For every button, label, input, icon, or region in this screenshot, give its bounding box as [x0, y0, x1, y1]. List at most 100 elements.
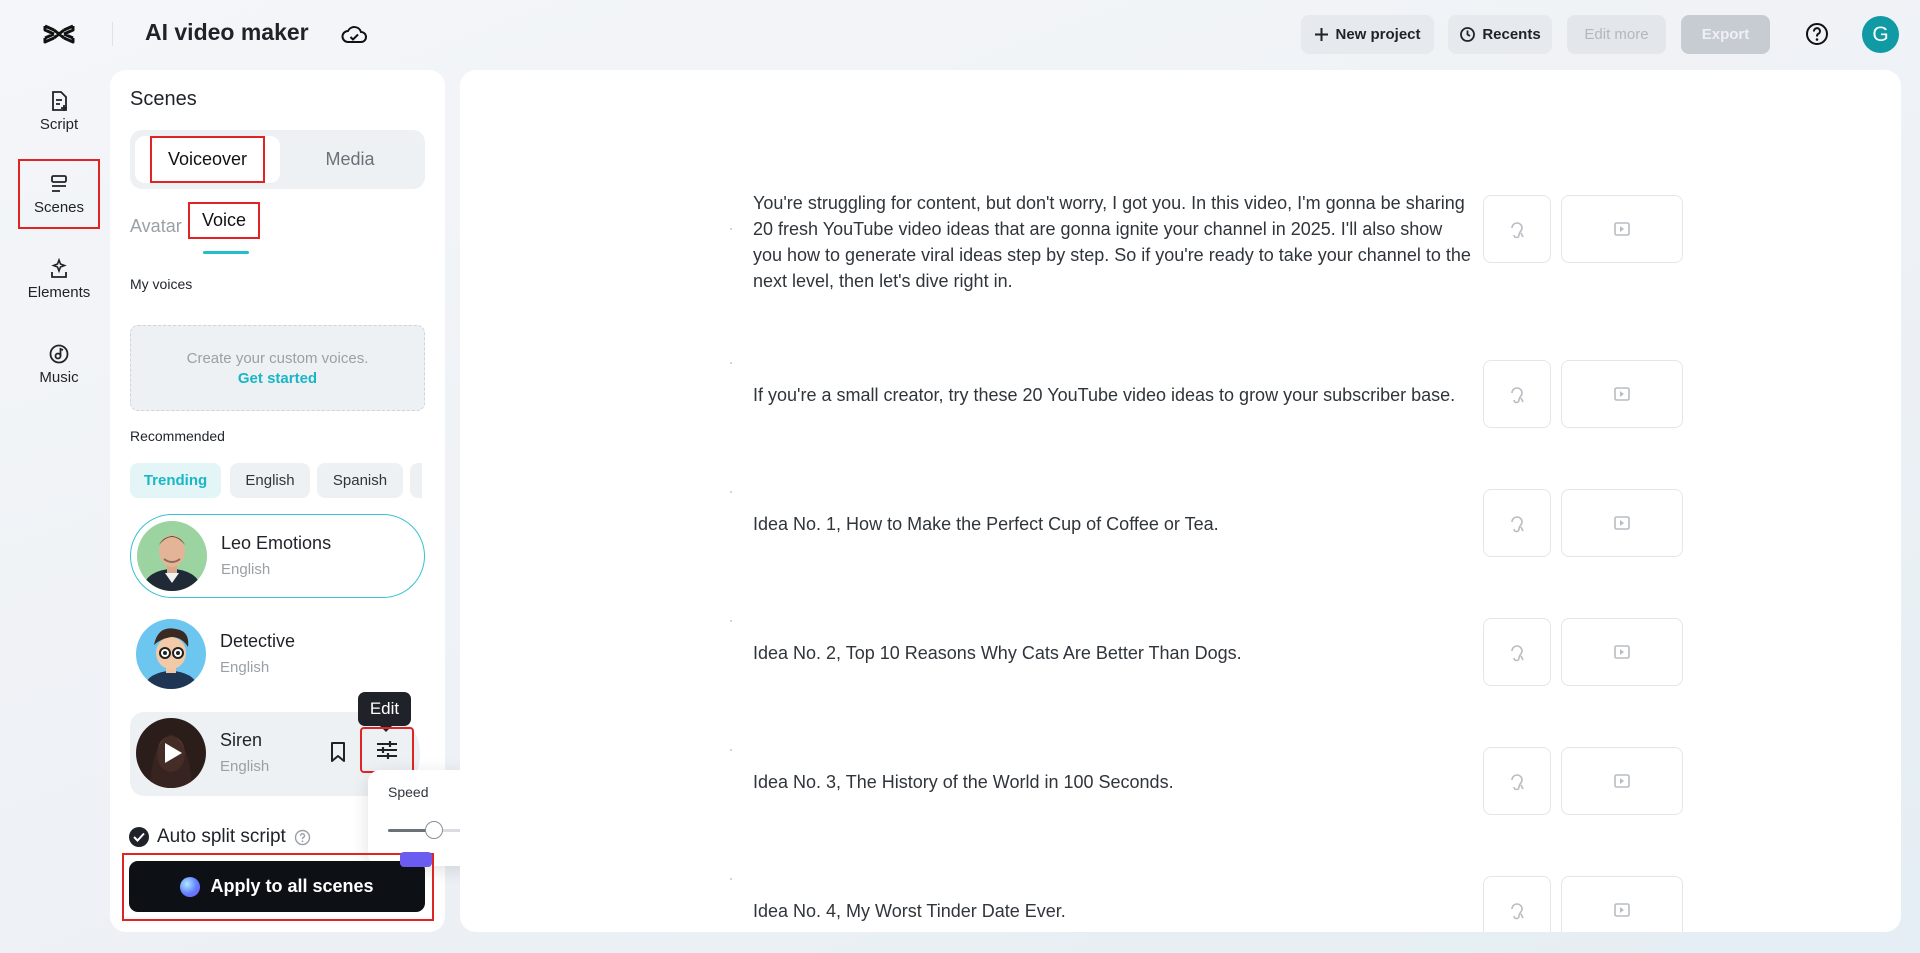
rail-item-script[interactable]: Script [20, 78, 98, 144]
scene-bullet [730, 620, 732, 622]
add-media-icon [1612, 385, 1632, 403]
script-main-area: You're struggling for content, but don't… [460, 70, 1901, 932]
my-voices-label: My voices [130, 276, 192, 292]
chip-overflow[interactable] [410, 463, 422, 498]
rail-item-music[interactable]: Music [20, 331, 98, 397]
new-project-button[interactable]: New project [1301, 15, 1434, 54]
recents-button[interactable]: Recents [1448, 15, 1552, 54]
voice-name: Leo Emotions [221, 533, 331, 554]
voice-icon [1507, 384, 1527, 404]
scene-text[interactable]: If you're a small creator, try these 20 … [753, 382, 1473, 408]
voice-card-leo-emotions[interactable]: Leo Emotions English [130, 514, 425, 598]
add-media-button[interactable] [1561, 747, 1683, 815]
add-media-button[interactable] [1561, 360, 1683, 428]
scene-bullet [730, 749, 732, 751]
help-icon[interactable] [1804, 21, 1830, 47]
apply-label: Apply to all scenes [210, 876, 373, 897]
apply-highlight: Apply to all scenes [124, 855, 432, 919]
info-question-icon[interactable] [294, 829, 311, 846]
rail-label-elements: Elements [28, 284, 91, 301]
edit-more-button[interactable]: Edit more [1567, 15, 1666, 54]
voiceover-media-toggle: Voiceover Media [130, 130, 425, 189]
top-bar: AI video maker New project Recents Edit … [0, 0, 1920, 68]
script-icon [48, 90, 70, 112]
recommended-label: Recommended [130, 428, 225, 444]
scene-bullet [730, 491, 732, 493]
badge [400, 852, 432, 867]
voice-scene-button[interactable] [1483, 195, 1551, 263]
add-media-icon [1612, 514, 1632, 532]
scene-bullet [730, 228, 732, 230]
avatar-subtab[interactable]: Avatar [130, 216, 182, 237]
rail-label-script: Script [40, 116, 78, 133]
capcut-logo-icon[interactable] [42, 18, 76, 50]
speed-label: Speed [388, 784, 428, 800]
scene-text[interactable]: Idea No. 2, Top 10 Reasons Why Cats Are … [753, 640, 1473, 666]
speed-slider-thumb[interactable] [425, 821, 443, 839]
voice-name: Detective [220, 631, 295, 652]
voice-scene-button[interactable] [1483, 489, 1551, 557]
scene-text[interactable]: Idea No. 1, How to Make the Perfect Cup … [753, 511, 1473, 537]
scene-text[interactable]: Idea No. 3, The History of the World in … [753, 769, 1473, 795]
apply-to-all-scenes-button[interactable]: Apply to all scenes [129, 861, 425, 912]
voice-scene-button[interactable] [1483, 360, 1551, 428]
bookmark-icon[interactable] [327, 740, 349, 764]
custom-voice-box[interactable]: Create your custom voices. Get started [130, 325, 425, 411]
media-tab[interactable]: Media [280, 136, 420, 183]
rail-label-scenes: Scenes [34, 199, 84, 216]
voice-icon [1507, 771, 1527, 791]
add-media-button[interactable] [1561, 489, 1683, 557]
voice-avatar-siren [136, 718, 206, 788]
checkbox-checked-icon[interactable] [129, 827, 149, 847]
voice-icon [1507, 513, 1527, 533]
app-title: AI video maker [145, 19, 309, 46]
custom-voice-hint: Create your custom voices. [187, 350, 369, 367]
user-avatar[interactable]: G [1862, 16, 1899, 53]
scene-bullet [730, 878, 732, 880]
rail-label-music: Music [39, 369, 78, 386]
voice-avatar-leo [137, 521, 207, 591]
add-media-icon [1612, 772, 1632, 790]
voice-language: English [221, 561, 270, 578]
voice-subtab[interactable]: Voice [190, 204, 258, 237]
sliders-icon [375, 739, 399, 761]
cloud-sync-icon[interactable] [340, 22, 368, 46]
scene-text[interactable]: Idea No. 4, My Worst Tinder Date Ever. [753, 898, 1473, 924]
export-button[interactable]: Export [1681, 15, 1770, 54]
chip-english[interactable]: English [230, 463, 310, 498]
auto-split-option[interactable]: Auto split script [129, 826, 311, 848]
voice-edit-button[interactable] [362, 729, 412, 771]
voice-icon [1507, 642, 1527, 662]
plus-icon [1314, 27, 1329, 42]
voice-icon [1507, 900, 1527, 920]
voice-language: English [220, 758, 269, 775]
voice-card-detective[interactable]: Detective English [130, 613, 425, 697]
voice-scene-button[interactable] [1483, 618, 1551, 686]
add-media-button[interactable] [1561, 876, 1683, 932]
voice-language: English [220, 659, 269, 676]
music-icon [48, 343, 70, 365]
scene-text[interactable]: You're struggling for content, but don't… [753, 190, 1473, 294]
recents-label: Recents [1482, 26, 1540, 43]
chip-trending[interactable]: Trending [130, 463, 221, 498]
ai-orb-icon [180, 877, 200, 897]
voice-icon [1507, 219, 1527, 239]
voiceover-tab[interactable]: Voiceover [135, 136, 280, 183]
auto-split-label: Auto split script [157, 826, 286, 848]
get-started-link[interactable]: Get started [238, 370, 317, 387]
voice-avatar-detective [136, 619, 206, 689]
header-divider [112, 22, 113, 46]
scene-bullet [730, 362, 732, 364]
rail-item-scenes[interactable]: Scenes [20, 161, 98, 227]
rail-item-elements[interactable]: Elements [20, 246, 98, 312]
add-media-icon [1612, 643, 1632, 661]
add-media-button[interactable] [1561, 195, 1683, 263]
add-media-button[interactable] [1561, 618, 1683, 686]
voiceover-tab-label: Voiceover [152, 138, 263, 181]
panel-title: Scenes [130, 88, 197, 111]
voice-name: Siren [220, 730, 262, 751]
chip-spanish[interactable]: Spanish [317, 463, 403, 498]
voice-scene-button[interactable] [1483, 747, 1551, 815]
add-media-icon [1612, 220, 1632, 238]
voice-scene-button[interactable] [1483, 876, 1551, 932]
